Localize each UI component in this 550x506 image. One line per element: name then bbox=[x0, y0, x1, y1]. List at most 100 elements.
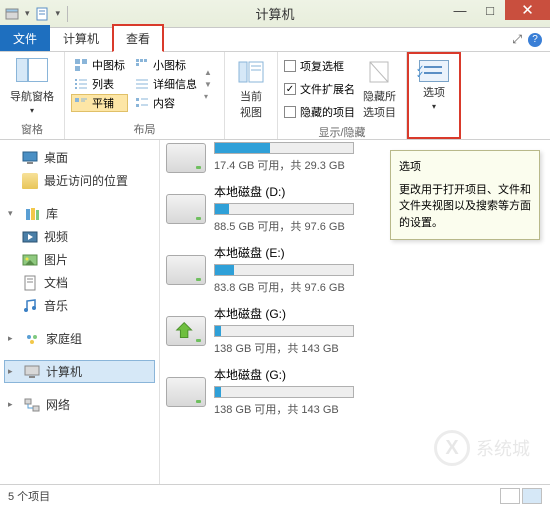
hide-selected-button[interactable]: 隐藏所 选项目 bbox=[359, 56, 400, 122]
expand-icon[interactable]: ▸ bbox=[8, 399, 18, 410]
recent-icon bbox=[22, 173, 38, 189]
drive-name: 本地磁盘 (E:) bbox=[214, 244, 544, 261]
properties-icon[interactable] bbox=[35, 6, 51, 22]
minimize-button[interactable]: — bbox=[445, 0, 475, 20]
documents-icon bbox=[22, 275, 38, 291]
tooltip: 选项 更改用于打开项目、文件和文件夹视图以及搜索等方面的设置。 bbox=[390, 150, 540, 240]
chevron-down-icon[interactable]: ▾ bbox=[53, 8, 64, 19]
checkbox-file-extensions[interactable]: 文件扩展名 bbox=[284, 79, 355, 99]
tooltip-body: 更改用于打开项目、文件和文件夹视图以及搜索等方面的设置。 bbox=[399, 182, 531, 232]
ribbon-group-panes: 导航窗格 ▾ 窗格 bbox=[0, 52, 65, 139]
checkbox-icon bbox=[284, 106, 296, 118]
sidebar-item-network[interactable]: ▸网络 bbox=[4, 393, 155, 416]
medium-icons-icon bbox=[74, 58, 88, 72]
drive-usage-bar bbox=[214, 325, 354, 337]
view-tiles-button[interactable] bbox=[522, 488, 542, 504]
drive-item[interactable]: 本地磁盘 (G:) 138 GB 可用，共 143 GB bbox=[166, 366, 544, 417]
drive-info: 83.8 GB 可用，共 97.6 GB bbox=[214, 279, 544, 295]
app-icon bbox=[4, 6, 20, 22]
layout-tiles[interactable]: 平铺 bbox=[71, 94, 128, 112]
tooltip-title: 选项 bbox=[399, 159, 531, 176]
ribbon-collapse-icon[interactable]: ⤢ bbox=[512, 32, 522, 47]
checkbox-hidden-items[interactable]: 隐藏的项目 bbox=[284, 102, 355, 122]
sidebar-item-recent[interactable]: 最近访问的位置 bbox=[4, 169, 155, 192]
navigation-pane-button[interactable]: 导航窗格 ▾ bbox=[6, 56, 58, 117]
music-icon bbox=[22, 298, 38, 314]
small-icons-icon bbox=[135, 58, 149, 72]
drive-usage-bar bbox=[214, 386, 354, 398]
tab-computer[interactable]: 计算机 bbox=[50, 25, 112, 51]
checkbox-item-checkboxes[interactable]: 项复选框 bbox=[284, 56, 355, 76]
titlebar: ▾ ▾ 计算机 — □ ✕ bbox=[0, 0, 550, 28]
drive-usage-bar bbox=[214, 203, 354, 215]
drive-icon bbox=[166, 194, 206, 224]
hide-selected-icon bbox=[364, 58, 396, 86]
drive-item[interactable]: 本地磁盘 (E:) 83.8 GB 可用，共 97.6 GB bbox=[166, 244, 544, 295]
item-count: 5 个项目 bbox=[8, 488, 50, 504]
maximize-button[interactable]: □ bbox=[475, 0, 505, 20]
sidebar: 桌面 最近访问的位置 ▾库 视频 图片 文档 音乐 ▸家庭组 ▸计算机 ▸网络 bbox=[0, 140, 160, 484]
tab-view[interactable]: 查看 bbox=[112, 24, 164, 52]
drive-usage-bar bbox=[214, 264, 354, 276]
scroll-down-icon[interactable]: ▼ bbox=[204, 80, 212, 89]
chevron-down-icon: ▾ bbox=[30, 106, 34, 115]
layout-medium-icons[interactable]: 中图标 bbox=[71, 56, 128, 74]
expand-icon[interactable]: ▾ bbox=[204, 92, 212, 101]
scroll-up-icon[interactable]: ▲ bbox=[204, 68, 212, 77]
drive-name: 本地磁盘 (G:) bbox=[214, 366, 544, 383]
drive-usage-bar bbox=[214, 142, 354, 154]
computer-icon bbox=[24, 364, 40, 380]
sidebar-item-music[interactable]: 音乐 bbox=[4, 294, 155, 317]
sidebar-item-documents[interactable]: 文档 bbox=[4, 271, 155, 294]
layout-details[interactable]: 详细信息 bbox=[132, 75, 200, 93]
expand-icon[interactable]: ▸ bbox=[8, 366, 18, 377]
checkbox-icon bbox=[284, 60, 296, 72]
navigation-pane-icon bbox=[16, 58, 48, 86]
drive-icon bbox=[166, 255, 206, 285]
options-button[interactable]: ✓ ✓ 选项 ▾ bbox=[415, 58, 453, 113]
current-view-button[interactable]: 当前 视图 bbox=[231, 56, 271, 122]
videos-icon bbox=[22, 229, 38, 245]
content-icon bbox=[135, 96, 149, 110]
sidebar-item-homegroup[interactable]: ▸家庭组 bbox=[4, 327, 155, 350]
drive-info: 138 GB 可用，共 143 GB bbox=[214, 340, 544, 356]
pictures-icon bbox=[22, 252, 38, 268]
view-details-button[interactable] bbox=[500, 488, 520, 504]
qat-dropdown-icon[interactable]: ▾ bbox=[22, 8, 33, 19]
sidebar-item-videos[interactable]: 视频 bbox=[4, 225, 155, 248]
ribbon-group-showhide: 项复选框 文件扩展名 隐藏的项目 隐藏所 选项目 显示/隐藏 bbox=[278, 52, 407, 139]
ribbon-tabs: 文件 计算机 查看 ⤢ ? bbox=[0, 28, 550, 52]
desktop-icon bbox=[22, 150, 38, 166]
ribbon-group-layout: 中图标 列表 平铺 小图标 详细信息 内容 ▲ ▼ ▾ 布局 bbox=[65, 52, 225, 139]
checkbox-checked-icon bbox=[284, 83, 296, 95]
drive-icon bbox=[166, 143, 206, 173]
list-icon bbox=[74, 77, 88, 91]
ribbon: 导航窗格 ▾ 窗格 中图标 列表 平铺 小图标 详细信息 内容 ▲ bbox=[0, 52, 550, 140]
sidebar-item-computer[interactable]: ▸计算机 bbox=[4, 360, 155, 383]
homegroup-icon bbox=[24, 331, 40, 347]
close-button[interactable]: ✕ bbox=[505, 0, 550, 20]
drive-name: 本地磁盘 (G:) bbox=[214, 305, 544, 322]
ribbon-group-current-view: 当前 视图 bbox=[225, 52, 278, 139]
drive-info: 138 GB 可用，共 143 GB bbox=[214, 401, 544, 417]
options-icon: ✓ ✓ bbox=[419, 60, 449, 82]
tiles-icon bbox=[74, 96, 88, 110]
chevron-down-icon: ▾ bbox=[432, 102, 436, 111]
expand-icon[interactable]: ▾ bbox=[8, 208, 18, 219]
drive-item[interactable]: 本地磁盘 (G:) 138 GB 可用，共 143 GB bbox=[166, 305, 544, 356]
ribbon-group-options: ✓ ✓ 选项 ▾ bbox=[407, 52, 461, 139]
layout-content[interactable]: 内容 bbox=[132, 94, 200, 112]
sidebar-item-libraries[interactable]: ▾库 bbox=[4, 202, 155, 225]
sidebar-item-pictures[interactable]: 图片 bbox=[4, 248, 155, 271]
tab-file[interactable]: 文件 bbox=[0, 25, 50, 51]
layout-list[interactable]: 列表 bbox=[71, 75, 128, 93]
statusbar: 5 个项目 bbox=[0, 484, 550, 506]
drive-icon bbox=[166, 316, 206, 346]
sidebar-item-desktop[interactable]: 桌面 bbox=[4, 146, 155, 169]
help-icon[interactable]: ? bbox=[528, 33, 542, 47]
details-icon bbox=[135, 77, 149, 91]
window-title: 计算机 bbox=[255, 4, 294, 23]
expand-icon[interactable]: ▸ bbox=[8, 333, 18, 344]
current-view-icon bbox=[235, 58, 267, 86]
layout-small-icons[interactable]: 小图标 bbox=[132, 56, 200, 74]
